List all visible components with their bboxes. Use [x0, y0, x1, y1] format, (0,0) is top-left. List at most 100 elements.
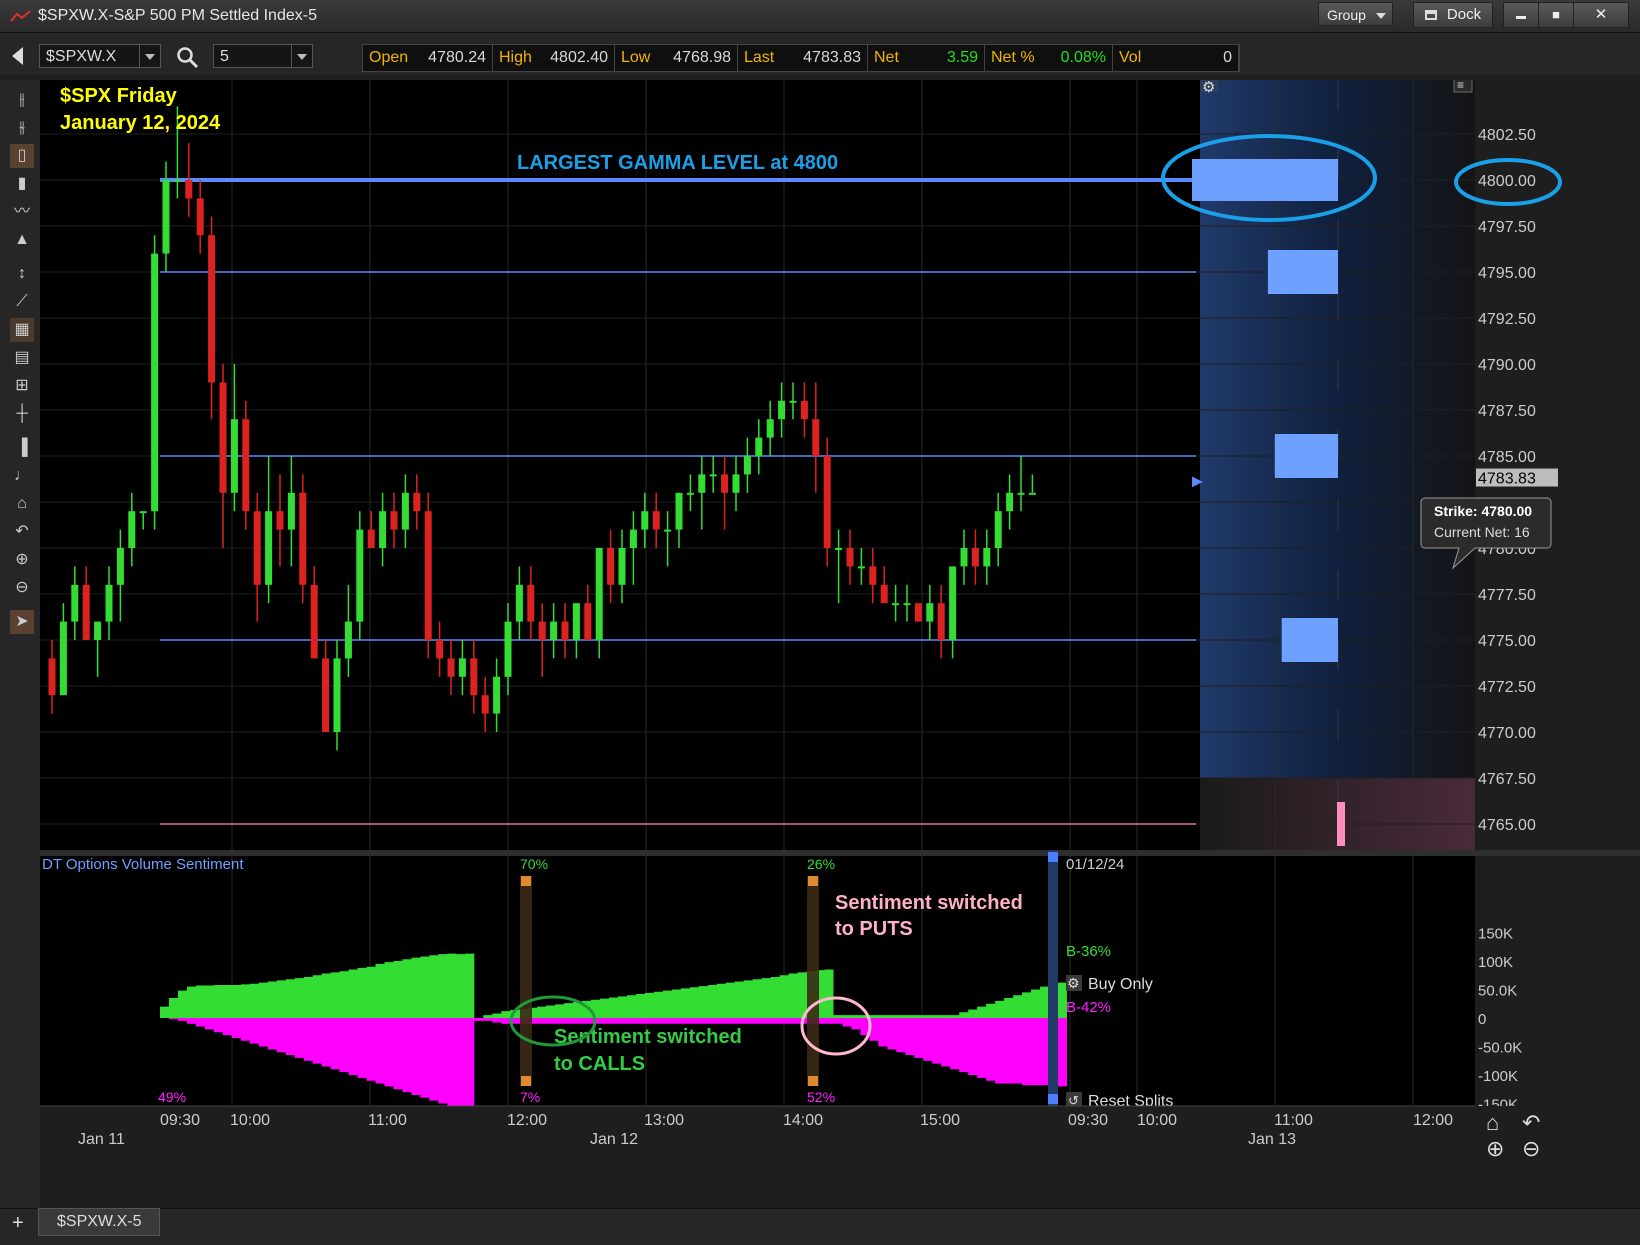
candle-body[interactable]: [344, 621, 352, 659]
ohlc-icon[interactable]: ⫳: [10, 116, 34, 140]
candle-body[interactable]: [333, 658, 341, 732]
candle-body[interactable]: [971, 548, 979, 567]
panel-divider[interactable]: [40, 850, 1640, 856]
candle-body[interactable]: [835, 548, 843, 550]
candle-body[interactable]: [949, 566, 957, 640]
candle-body[interactable]: [629, 529, 637, 548]
grid-small-icon[interactable]: ⊞: [10, 374, 34, 398]
candle-body[interactable]: [128, 511, 136, 548]
line-chart-icon[interactable]: 〰: [10, 200, 34, 224]
candle-body[interactable]: [196, 198, 204, 236]
candle-body[interactable]: [1028, 492, 1036, 495]
candle-body[interactable]: [413, 492, 421, 512]
candle-body[interactable]: [789, 400, 797, 403]
zoom-in-icon[interactable]: ⊕: [10, 548, 34, 572]
dock-button[interactable]: Dock: [1413, 2, 1493, 28]
candle-body[interactable]: [424, 511, 432, 640]
candle-body[interactable]: [242, 419, 250, 512]
hollow-candle-icon[interactable]: ▮: [10, 172, 34, 196]
candle-body[interactable]: [458, 658, 466, 677]
candle-body[interactable]: [493, 676, 501, 714]
candle-body[interactable]: [686, 492, 694, 495]
gamma-bar[interactable]: [1267, 250, 1338, 294]
candle-body[interactable]: [116, 548, 124, 585]
candle-body[interactable]: [299, 492, 307, 585]
candle-body[interactable]: [903, 603, 911, 606]
vertical-scale-icon[interactable]: ↕: [10, 262, 34, 286]
candle-body[interactable]: [105, 584, 113, 622]
candle-body[interactable]: [390, 511, 398, 530]
split-handle-top[interactable]: [808, 876, 818, 886]
candle-body[interactable]: [208, 235, 216, 383]
candle-body[interactable]: [481, 695, 489, 714]
interval-input[interactable]: 5: [213, 44, 313, 68]
table-icon[interactable]: ▤: [10, 346, 34, 370]
candle-body[interactable]: [698, 474, 706, 493]
candle-body[interactable]: [436, 640, 444, 659]
candle-body[interactable]: [595, 548, 603, 640]
candlestick-icon[interactable]: ▯: [10, 144, 34, 168]
candle-body[interactable]: [869, 566, 877, 585]
candle-body[interactable]: [561, 621, 569, 640]
grid-icon[interactable]: ▦: [10, 318, 34, 342]
group-button[interactable]: Group: [1318, 2, 1393, 26]
split-marker[interactable]: [807, 876, 819, 1086]
candle-body[interactable]: [94, 621, 102, 640]
candle-body[interactable]: [230, 419, 238, 493]
gamma-bar[interactable]: [1281, 618, 1338, 662]
candle-body[interactable]: [766, 419, 774, 438]
candle-body[interactable]: [664, 529, 672, 532]
bar-chart-icon[interactable]: ⫲: [10, 88, 34, 112]
candle-body[interactable]: [356, 529, 364, 622]
candle-body[interactable]: [379, 511, 387, 548]
candle-body[interactable]: [219, 382, 227, 493]
candle-body[interactable]: [800, 400, 808, 420]
candle-body[interactable]: [778, 400, 786, 420]
candle-body[interactable]: [994, 511, 1002, 548]
mountain-chart-icon[interactable]: ▲: [10, 228, 34, 252]
candle-body[interactable]: [447, 658, 455, 677]
candle-body[interactable]: [892, 603, 900, 606]
candle-body[interactable]: [584, 603, 592, 640]
candle-body[interactable]: [823, 456, 831, 548]
candle-body[interactable]: [960, 548, 968, 567]
candle-body[interactable]: [470, 658, 478, 696]
home-icon[interactable]: ⌂: [10, 492, 34, 516]
tab-chart[interactable]: $SPXW.X-5: [38, 1208, 161, 1236]
symbol-input[interactable]: $SPXW.X: [39, 44, 161, 68]
note-icon[interactable]: ♩: [10, 464, 34, 488]
candle-body[interactable]: [504, 621, 512, 677]
undo-icon[interactable]: ↶: [10, 520, 34, 544]
candle-body[interactable]: [914, 603, 922, 622]
split-marker[interactable]: [520, 876, 532, 1086]
candle-body[interactable]: [401, 492, 409, 530]
candle-body[interactable]: [732, 474, 740, 493]
volume-icon[interactable]: ▐: [10, 436, 34, 460]
candle-body[interactable]: [322, 658, 330, 732]
pointer-icon[interactable]: ➤: [10, 610, 34, 634]
candle-body[interactable]: [139, 511, 147, 514]
candle-body[interactable]: [721, 474, 729, 493]
candle-body[interactable]: [846, 548, 854, 567]
candle-body[interactable]: [515, 584, 523, 622]
trendline-icon[interactable]: ⟋: [10, 290, 34, 314]
candle-body[interactable]: [162, 180, 170, 254]
candle-body[interactable]: [185, 180, 193, 199]
candle-body[interactable]: [538, 621, 546, 640]
minimize-button[interactable]: ▬: [1503, 2, 1539, 28]
candle-body[interactable]: [151, 253, 159, 512]
split-handle-top[interactable]: [521, 876, 531, 886]
back-arrow-icon[interactable]: [12, 47, 23, 65]
candle-body[interactable]: [276, 511, 284, 530]
candle-body[interactable]: [572, 603, 580, 640]
candle-body[interactable]: [675, 492, 683, 530]
candle-body[interactable]: [880, 584, 888, 604]
candle-body[interactable]: [652, 511, 660, 530]
candle-body[interactable]: [983, 548, 991, 567]
candle-body[interactable]: [287, 492, 295, 530]
gamma-bar[interactable]: [1274, 434, 1338, 478]
candle-body[interactable]: [265, 511, 273, 585]
candle-body[interactable]: [607, 548, 615, 585]
search-icon[interactable]: [176, 46, 200, 70]
end-handle-bottom[interactable]: [1048, 1094, 1058, 1104]
